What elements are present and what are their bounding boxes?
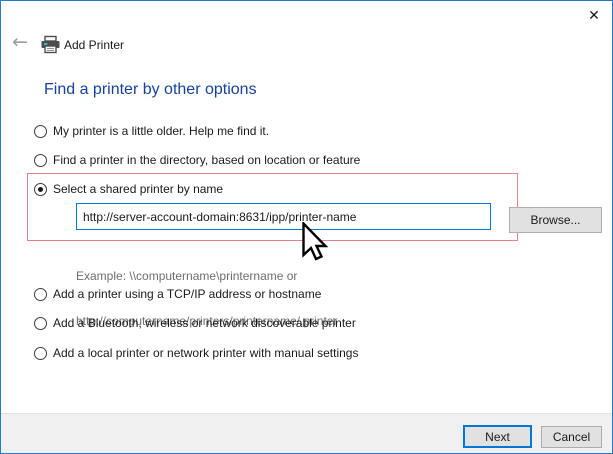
printer-icon bbox=[40, 34, 61, 60]
radio-label: Select a shared printer by name bbox=[53, 182, 223, 196]
radio-icon[interactable] bbox=[34, 288, 47, 301]
radio-option-directory[interactable]: Find a printer in the directory, based o… bbox=[34, 151, 360, 169]
page-title: Find a printer by other options bbox=[44, 81, 257, 99]
radio-icon[interactable] bbox=[34, 317, 47, 330]
radio-option-shared-printer[interactable]: Select a shared printer by name bbox=[34, 180, 223, 198]
next-button[interactable]: Next bbox=[463, 425, 532, 448]
radio-option-bluetooth[interactable]: Add a Bluetooth, wireless or network dis… bbox=[34, 314, 356, 332]
radio-icon[interactable] bbox=[34, 347, 47, 360]
radio-label: Find a printer in the directory, based o… bbox=[53, 153, 360, 167]
radio-label: Add a Bluetooth, wireless or network dis… bbox=[53, 316, 356, 330]
window-title: Add Printer bbox=[64, 38, 124, 52]
radio-option-older-printer[interactable]: My printer is a little older. Help me fi… bbox=[34, 122, 269, 140]
radio-label: Add a local printer or network printer w… bbox=[53, 346, 358, 360]
radio-icon[interactable] bbox=[34, 154, 47, 167]
radio-label: My printer is a little older. Help me fi… bbox=[53, 124, 269, 138]
add-printer-window: ✕ ← Add Printer Find a printer by other … bbox=[0, 0, 613, 454]
radio-icon[interactable] bbox=[34, 125, 47, 138]
close-icon[interactable]: ✕ bbox=[583, 5, 605, 27]
back-arrow-icon[interactable]: ← bbox=[9, 31, 31, 53]
radio-option-local-manual[interactable]: Add a local printer or network printer w… bbox=[34, 344, 358, 362]
example-line-1: Example: \\computername\printername or bbox=[76, 269, 337, 284]
radio-option-tcpip[interactable]: Add a printer using a TCP/IP address or … bbox=[34, 285, 321, 303]
radio-selected-icon[interactable] bbox=[34, 183, 47, 196]
radio-label: Add a printer using a TCP/IP address or … bbox=[53, 287, 321, 301]
cancel-button[interactable]: Cancel bbox=[541, 426, 602, 448]
browse-button[interactable]: Browse... bbox=[509, 207, 602, 233]
shared-printer-name-input[interactable] bbox=[76, 203, 491, 230]
